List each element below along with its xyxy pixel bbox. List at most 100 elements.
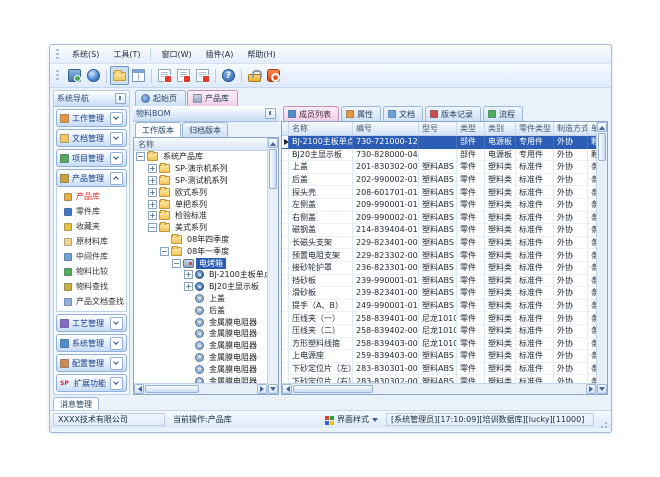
- doc-tab[interactable]: 起始页: [135, 90, 186, 106]
- doc-toolbar-button[interactable]: [155, 66, 174, 85]
- lock-toolbar-button[interactable]: [245, 66, 264, 85]
- table-row[interactable]: BJ-2100主板单点730-721000-12X部件电源板专用件外协颗: [282, 136, 596, 149]
- table-row[interactable]: 预置电阻支架229-823302-00X塑料ABS零件塑料类标准件外协条: [282, 249, 596, 262]
- tree-node[interactable]: +SP-测试机系列: [134, 175, 267, 187]
- tree-node[interactable]: +SP-演示机系列: [134, 163, 267, 175]
- table-row[interactable]: 接砂轮护罩236-823301-00X塑料ABS零件塑料类标准件外协条: [282, 262, 596, 275]
- collapse-icon[interactable]: −: [136, 152, 145, 161]
- expand-icon[interactable]: +: [184, 282, 193, 291]
- expand-icon[interactable]: +: [148, 211, 157, 220]
- scroll-thumb[interactable]: [145, 385, 199, 393]
- table-row[interactable]: 挡砂板239-990001-01X塑料ABS零件塑料类标准件外协条: [282, 275, 596, 288]
- expand-icon[interactable]: +: [148, 164, 157, 173]
- sidebar-item[interactable]: 产品文档查找: [57, 294, 126, 309]
- expand-icon[interactable]: +: [148, 188, 157, 197]
- sidebar-item[interactable]: 产品库: [57, 189, 126, 204]
- content-tab[interactable]: 成员列表: [283, 106, 339, 121]
- table-row[interactable]: 长磁头支架229-823401-00X塑料ABS零件塑料类标准件外协条: [282, 237, 596, 250]
- table-row[interactable]: 提手（A、B）249-990001-01X塑料ABS零件塑料类标准件外协条: [282, 300, 596, 313]
- tree-node[interactable]: 上盖: [134, 293, 267, 305]
- scroll-down-icon[interactable]: [597, 384, 607, 394]
- tree-node[interactable]: 金属膜电阻器: [134, 375, 267, 383]
- column-header[interactable]: 编号: [353, 122, 419, 135]
- table-row[interactable]: 右侧盖209-990002-01X塑料ABS零件塑料类标准件外协条: [282, 212, 596, 225]
- scroll-thumb[interactable]: [269, 149, 277, 189]
- layout-toolbar-button[interactable]: [129, 66, 148, 85]
- tree-node[interactable]: 后盖: [134, 304, 267, 316]
- tree-node[interactable]: −电烤箱: [134, 257, 267, 269]
- tree-node[interactable]: +BJ-2100主板单点: [134, 269, 267, 281]
- table-row[interactable]: 下砂定位片（右）283-830302-00X塑料ABS零件塑料类标准件外协条: [282, 375, 596, 383]
- menu-item[interactable]: 帮助(H): [240, 47, 282, 62]
- tree-node[interactable]: 金属膜电阻器: [134, 352, 267, 364]
- scroll-thumb[interactable]: [293, 385, 373, 393]
- table-row[interactable]: 滑砂板239-823401-00X塑料ABS零件塑料类标准件外协条: [282, 287, 596, 300]
- exit-toolbar-button[interactable]: [264, 66, 283, 85]
- scroll-right-icon[interactable]: [257, 384, 267, 394]
- tree-node[interactable]: +BJ20主显示板: [134, 281, 267, 293]
- resize-grip[interactable]: [597, 414, 608, 425]
- menu-item[interactable]: 窗口(W): [154, 47, 198, 62]
- collapse-icon[interactable]: −: [148, 223, 157, 232]
- version-tab[interactable]: 工作版本: [135, 122, 181, 137]
- content-tab[interactable]: 属性: [341, 106, 381, 121]
- pc-toolbar-button[interactable]: [65, 66, 84, 85]
- table-row[interactable]: 压线夹（二）258-839402-00X尼龙1010零件塑料类标准件外协条: [282, 325, 596, 338]
- tree-column-header[interactable]: 名称: [134, 138, 267, 151]
- tree-node[interactable]: 金属膜电阻器: [134, 363, 267, 375]
- column-header[interactable]: 制造方式: [554, 122, 588, 135]
- tree-node[interactable]: 金属膜电阻器: [134, 316, 267, 328]
- sidebar-group[interactable]: 工艺管理: [56, 314, 127, 332]
- tree-hscrollbar[interactable]: [134, 383, 267, 394]
- pin-icon[interactable]: [265, 108, 276, 119]
- doc-toolbar-button[interactable]: [193, 66, 212, 85]
- table-row[interactable]: 磁钢盖214-839404-01X塑料ABS零件塑料类标准件外协条: [282, 224, 596, 237]
- menu-item[interactable]: 工具(T): [106, 47, 147, 62]
- message-panel-tab[interactable]: 消息管理: [53, 397, 99, 411]
- sidebar-group[interactable]: 系统管理: [56, 334, 127, 352]
- scroll-left-icon[interactable]: [282, 384, 292, 394]
- tree-node[interactable]: −系统产品库: [134, 151, 267, 163]
- menu-item[interactable]: 插件(A): [199, 47, 241, 62]
- globe-toolbar-button[interactable]: [84, 66, 103, 85]
- sidebar-group[interactable]: 项目管理: [56, 149, 127, 167]
- expand-icon[interactable]: +: [184, 270, 193, 279]
- scroll-up-icon[interactable]: [597, 122, 607, 132]
- sidebar-group[interactable]: 配置管理: [56, 354, 127, 372]
- tree-node[interactable]: +检验标准: [134, 210, 267, 222]
- table-row[interactable]: 上电源座259-839403-00X塑料ABS零件塑料类标准件外协条: [282, 350, 596, 363]
- content-tab[interactable]: 流程: [483, 106, 523, 121]
- tree-node[interactable]: +单把系列: [134, 198, 267, 210]
- menu-item[interactable]: 系统(S): [65, 47, 106, 62]
- table-row[interactable]: 左侧盖209-990001-01X塑料ABS零件塑料类标准件外协条: [282, 199, 596, 212]
- table-vscrollbar[interactable]: [596, 122, 607, 394]
- sidebar-group[interactable]: 文档管理: [56, 129, 127, 147]
- column-header[interactable]: 类别: [485, 122, 516, 135]
- sidebar-item[interactable]: 中间件库: [57, 249, 126, 264]
- table-row[interactable]: 探头壳208-601701-01X塑料ABS零件塑料类标准件外协条: [282, 186, 596, 199]
- column-header[interactable]: 单位: [588, 122, 596, 135]
- ui-style-dropdown[interactable]: 界面样式: [319, 413, 384, 426]
- column-header[interactable]: 型号: [419, 122, 457, 135]
- scroll-thumb[interactable]: [598, 133, 606, 161]
- doc-tab[interactable]: 产品库: [187, 90, 238, 106]
- tree-node[interactable]: 08年四季度: [134, 234, 267, 246]
- sidebar-item[interactable]: 零件库: [57, 204, 126, 219]
- expand-icon[interactable]: +: [148, 200, 157, 209]
- column-header[interactable]: 类型: [457, 122, 485, 135]
- content-tab[interactable]: 文档: [383, 106, 423, 121]
- tree-node[interactable]: −08年一季度: [134, 245, 267, 257]
- help-toolbar-button[interactable]: [219, 66, 238, 85]
- content-tab[interactable]: 版本记录: [425, 106, 481, 121]
- version-tab[interactable]: 归档版本: [182, 122, 228, 137]
- sidebar-item[interactable]: 原材料库: [57, 234, 126, 249]
- expand-icon[interactable]: +: [148, 176, 157, 185]
- scroll-right-icon[interactable]: [586, 384, 596, 394]
- sidebar-group[interactable]: 工作管理: [56, 109, 127, 127]
- table-row[interactable]: BJ20主显示板730-828000-04X部件电源板专用件外协颗: [282, 149, 596, 162]
- column-header[interactable]: 零件类型: [516, 122, 554, 135]
- tree-node[interactable]: 金属膜电阻器: [134, 340, 267, 352]
- collapse-icon[interactable]: −: [172, 259, 181, 268]
- table-hscrollbar[interactable]: [282, 383, 596, 394]
- sidebar-item[interactable]: 物料查找: [57, 279, 126, 294]
